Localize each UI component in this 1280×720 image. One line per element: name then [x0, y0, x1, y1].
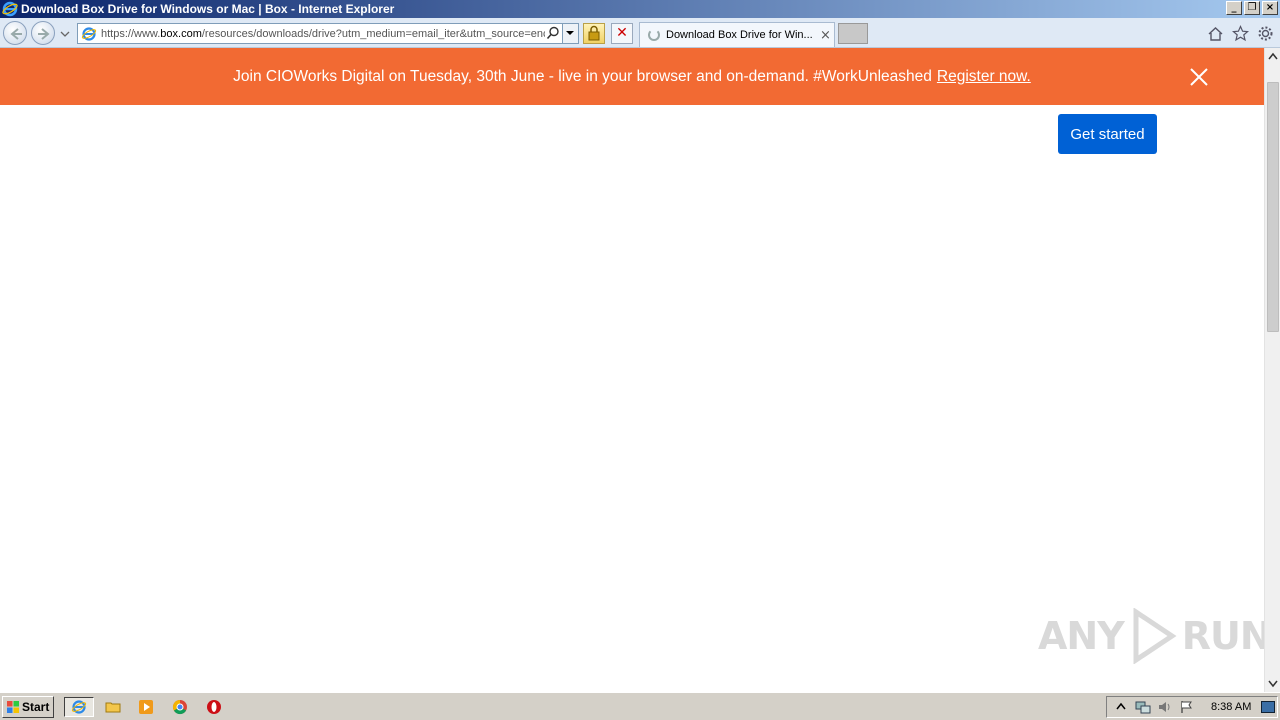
internet-explorer-icon	[2, 1, 18, 17]
taskbar-opera[interactable]	[202, 697, 226, 717]
scroll-thumb[interactable]	[1267, 82, 1279, 332]
restore-button[interactable]: ❐	[1244, 1, 1260, 15]
minimize-button[interactable]: _	[1226, 1, 1242, 15]
close-button[interactable]: ×	[1262, 1, 1278, 15]
play-logo-icon	[1133, 608, 1177, 664]
banner-close-icon[interactable]	[1189, 67, 1209, 87]
taskbar-internet-explorer[interactable]	[64, 697, 94, 717]
tab-box-drive[interactable]: Download Box Drive for Win... ×	[639, 22, 835, 47]
stop-button[interactable]: ✕	[611, 23, 633, 44]
gear-icon[interactable]	[1257, 25, 1274, 42]
url-scheme: https://www.	[101, 27, 161, 40]
vertical-scrollbar[interactable]	[1264, 48, 1280, 692]
banner-text: Join CIOWorks Digital on Tuesday, 30th J…	[233, 67, 932, 85]
address-dropdown-button[interactable]	[562, 24, 578, 43]
security-lock-button[interactable]	[583, 23, 605, 44]
tab-close-icon[interactable]: ×	[820, 28, 831, 43]
start-button[interactable]: Start	[2, 696, 54, 718]
get-started-button[interactable]: Get started	[1058, 114, 1157, 154]
back-button[interactable]	[3, 21, 27, 45]
browser-toolbar-right	[1207, 25, 1274, 42]
loading-spinner-icon	[648, 29, 660, 41]
url-path: /resources/downloads/drive?utm_medium=em…	[201, 27, 545, 40]
tab-title: Download Box Drive for Win...	[666, 29, 813, 41]
start-label: Start	[22, 700, 50, 714]
site-ie-icon	[81, 26, 97, 41]
browser-navigation-bar: https://www.box.com/resources/downloads/…	[0, 18, 1280, 48]
chrome-icon	[172, 699, 187, 715]
anyrun-watermark: ANY RUN	[1038, 608, 1264, 664]
internet-explorer-icon	[71, 700, 87, 714]
watermark-right: RUN	[1181, 614, 1264, 658]
favorites-star-icon[interactable]	[1231, 25, 1250, 42]
scroll-down-icon[interactable]	[1265, 675, 1280, 692]
window-title-bar[interactable]: Download Box Drive for Windows or Mac | …	[0, 0, 1280, 18]
forward-arrow-icon	[38, 28, 50, 40]
address-url[interactable]: https://www.box.com/resources/downloads/…	[101, 28, 545, 40]
watermark-left: ANY	[1038, 614, 1125, 658]
media-player-icon	[139, 700, 153, 714]
forward-button[interactable]	[31, 21, 55, 45]
windows-taskbar: Start 8:38 AM	[0, 692, 1280, 720]
opera-icon	[207, 700, 221, 714]
scroll-up-icon[interactable]	[1265, 48, 1280, 65]
stop-x-icon: ✕	[616, 25, 628, 41]
register-now-link[interactable]: Register now.	[937, 68, 1031, 86]
taskbar-media-player[interactable]	[134, 697, 158, 717]
new-tab-button[interactable]	[838, 23, 868, 44]
chevron-down-icon	[566, 31, 574, 35]
clock[interactable]: 8:38 AM	[1211, 701, 1251, 713]
show-desktop-icon[interactable]	[1261, 701, 1276, 713]
action-center-flag-icon[interactable]	[1179, 699, 1195, 715]
lock-icon	[588, 25, 600, 41]
window-title: Download Box Drive for Windows or Mac | …	[21, 2, 395, 16]
network-icon[interactable]	[1135, 699, 1151, 715]
back-arrow-icon	[10, 28, 22, 40]
page-viewport: Join CIOWorks Digital on Tuesday, 30th J…	[0, 48, 1264, 692]
windows-flag-icon	[7, 701, 19, 713]
history-dropdown-icon[interactable]	[60, 29, 70, 39]
home-icon[interactable]	[1207, 25, 1224, 42]
promo-banner: Join CIOWorks Digital on Tuesday, 30th J…	[0, 48, 1264, 105]
search-icon[interactable]	[546, 26, 560, 40]
address-bar[interactable]: https://www.box.com/resources/downloads/…	[77, 23, 579, 44]
taskbar-chrome[interactable]	[168, 697, 192, 717]
taskbar-explorer[interactable]	[101, 697, 125, 717]
window-controls: _ ❐ ×	[1226, 1, 1278, 15]
folder-icon	[105, 702, 121, 713]
tray-expand-icon[interactable]	[1113, 699, 1129, 715]
volume-icon[interactable]	[1157, 699, 1173, 715]
url-host: box.com	[160, 27, 202, 40]
system-tray: 8:38 AM	[1106, 696, 1278, 718]
